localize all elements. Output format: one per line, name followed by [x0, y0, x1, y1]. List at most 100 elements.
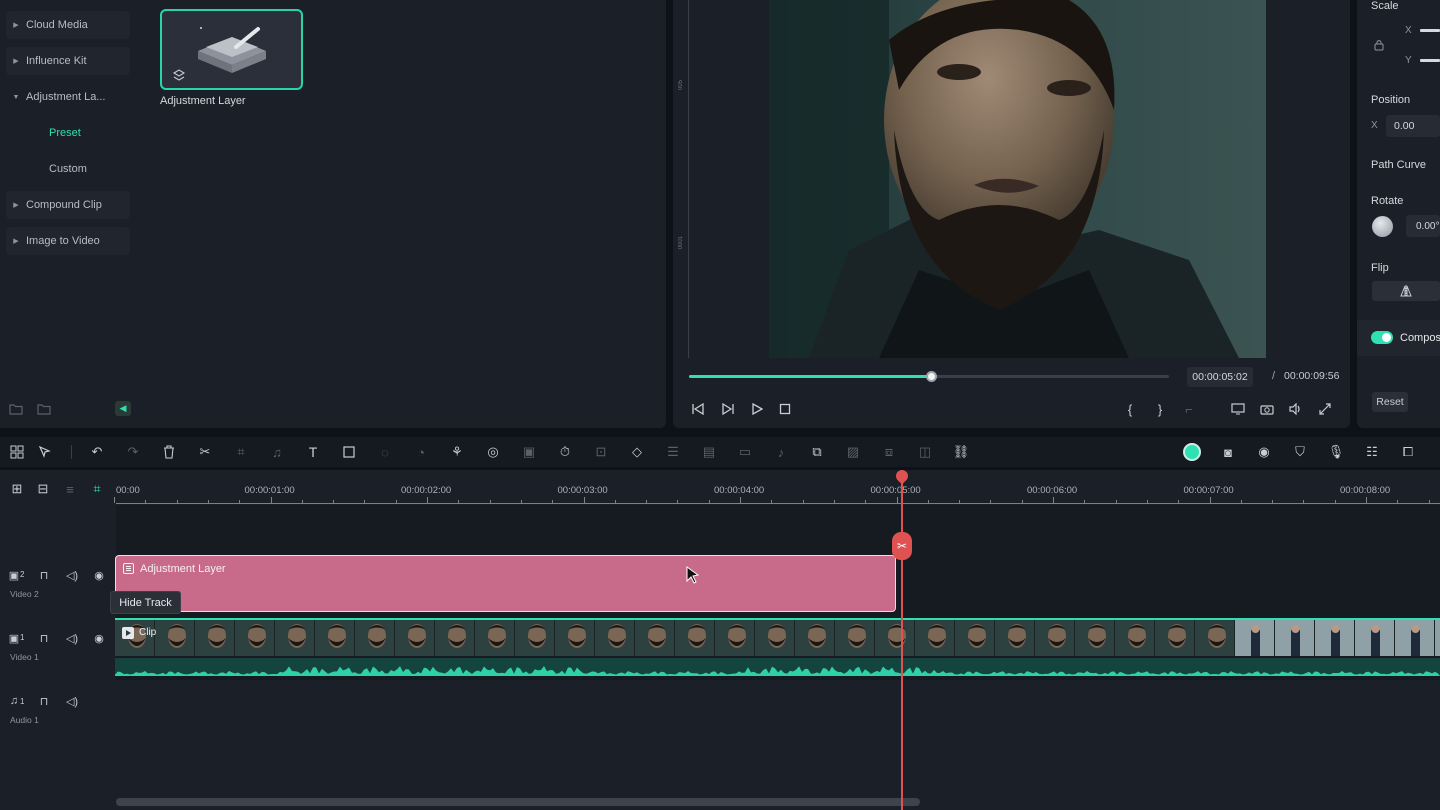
nav-influence-kit[interactable]: ▶ Influence Kit [6, 47, 130, 75]
rotate-input[interactable]: 0.00° [1406, 215, 1440, 237]
ai-tool-button[interactable]: ◌ [377, 444, 393, 460]
nav-image-to-video[interactable]: ▶ Image to Video [6, 227, 130, 255]
text-to-speech-button[interactable]: ▤ [701, 444, 717, 460]
mark-out-button[interactable]: } [1151, 400, 1169, 418]
subtitle-button[interactable]: ▭ [737, 444, 753, 460]
scale-x-slider[interactable] [1420, 29, 1440, 32]
stabilize-button[interactable]: ⊡ [593, 444, 609, 460]
undo-button[interactable]: ↶ [89, 444, 105, 460]
adjustment-layer-asset[interactable] [160, 9, 303, 90]
flip-horizontal-button[interactable] [1372, 281, 1440, 301]
render-icon: ◉ [1258, 444, 1270, 459]
video-preview[interactable] [769, 0, 1266, 358]
previous-frame-button[interactable] [689, 400, 707, 418]
filmstrip-frame [635, 620, 675, 656]
waveform-path [115, 666, 1440, 676]
timer-button[interactable]: ⏱ [557, 444, 573, 460]
ruler-major-tick [896, 497, 898, 503]
snap-button[interactable]: ⌗ [89, 481, 105, 497]
color-button[interactable]: ⚘ [449, 444, 465, 460]
replace-button[interactable]: ⧈ [881, 444, 897, 460]
nav-label: Image to Video [26, 235, 100, 247]
audio-detach-button[interactable]: ♫ [269, 444, 285, 460]
adjust-button[interactable]: ☰ [665, 444, 681, 460]
pip-button[interactable]: ⧠ [1400, 444, 1416, 460]
nav-compound-clip[interactable]: ▶ Compound Clip [6, 191, 130, 219]
adjustment-layer-illustration [172, 27, 266, 81]
rotate-dial[interactable] [1372, 216, 1393, 237]
lock-track-icon[interactable]: ⊓ [37, 568, 51, 582]
add-track-button[interactable]: ⊞ [9, 481, 25, 497]
subnav-preset[interactable]: Preset [49, 127, 81, 139]
nav-adjustment-layer[interactable]: ▼ Adjustment La... [6, 83, 130, 111]
nav-cloud-media[interactable]: ▶ Cloud Media [6, 11, 130, 39]
redo-button[interactable]: ↷ [125, 444, 141, 460]
delete-button[interactable] [161, 444, 177, 460]
marker-dropdown-button[interactable]: ⌐ [1180, 400, 1198, 418]
scale-y-slider[interactable] [1420, 59, 1440, 62]
mark-in-button[interactable]: { [1121, 400, 1139, 418]
subnav-custom[interactable]: Custom [49, 163, 87, 175]
group-button[interactable]: ⧉ [809, 444, 825, 460]
mute-track-icon[interactable]: ◁) [65, 568, 79, 582]
track-height-button[interactable]: ≡ [62, 481, 78, 497]
filmstrip-frame [475, 620, 515, 656]
render-button[interactable]: ◉ [1256, 444, 1272, 460]
record-button[interactable]: ◙ [1220, 444, 1236, 460]
collapse-panel-button[interactable]: ◀ [115, 401, 131, 416]
motion-button[interactable]: ◫ [917, 444, 933, 460]
stop-button[interactable] [776, 400, 794, 418]
layout-grid-button[interactable] [9, 444, 25, 460]
ai-portrait-button[interactable]: ◎ [485, 444, 501, 460]
folder-icon[interactable] [37, 403, 51, 415]
playhead-line[interactable] [901, 470, 903, 810]
shield-button[interactable]: ⛉ [1292, 444, 1308, 460]
timeline-horizontal-scrollbar[interactable] [116, 798, 920, 806]
fullscreen-button[interactable] [1316, 400, 1334, 418]
keyframe-button[interactable]: ◇ [629, 444, 645, 460]
filmstrip-frame [1315, 620, 1355, 656]
select-tool-button[interactable] [37, 444, 53, 460]
next-frame-button[interactable] [719, 400, 737, 418]
lock-icon[interactable] [1373, 38, 1385, 52]
link-button[interactable]: ⊟ [35, 481, 51, 497]
flip-label: Flip [1371, 262, 1389, 274]
compositing-toggle[interactable] [1371, 331, 1393, 344]
speed-button[interactable]: ◔ [413, 444, 429, 460]
audio-waveform[interactable] [115, 658, 1440, 676]
voiceover-button[interactable]: 🎙 [1328, 444, 1345, 460]
text-button[interactable]: T [305, 444, 321, 460]
playhead-split-button[interactable]: ✂ [892, 532, 912, 560]
play-button[interactable] [748, 400, 766, 418]
mute-track-icon[interactable]: ◁) [65, 631, 79, 645]
filmstrip-frame [515, 620, 555, 656]
current-timecode[interactable]: 00:00:05:02 [1187, 367, 1253, 387]
volume-button[interactable] [1287, 400, 1305, 418]
lock-track-icon[interactable]: ⊓ [37, 694, 51, 708]
ruler-minor-tick [1178, 500, 1180, 503]
adjustment-layer-icon [123, 563, 134, 574]
mute-track-icon[interactable]: ◁) [65, 694, 79, 708]
video-clip[interactable]: Clip [115, 618, 1440, 656]
split-button[interactable]: ✂ [197, 444, 213, 460]
position-x-input[interactable]: 0.00 [1386, 115, 1440, 137]
audio-mixer-button[interactable]: ☷ [1364, 444, 1380, 460]
unlink-button[interactable]: ⛓ [953, 444, 970, 460]
mask-button[interactable]: ▨ [845, 444, 861, 460]
snapshot-button[interactable] [1258, 400, 1276, 418]
audio-stretch-button[interactable]: ♪ [773, 444, 789, 460]
mask-icon: ▨ [846, 444, 860, 459]
crop-icon: ⌗ [237, 444, 245, 459]
display-settings-button[interactable] [1229, 400, 1247, 418]
auto-reframe-button[interactable]: ▣ [521, 444, 537, 460]
crop-button[interactable]: ⌗ [233, 444, 249, 460]
lock-track-icon[interactable]: ⊓ [37, 631, 51, 645]
eye-icon[interactable]: ◉ [92, 568, 106, 582]
replace-icon: ⧈ [884, 444, 894, 459]
reset-button[interactable]: Reset [1372, 392, 1408, 412]
shape-button[interactable] [341, 444, 357, 460]
eye-icon[interactable]: ◉ [92, 631, 106, 645]
new-folder-icon[interactable] [9, 403, 23, 415]
ai-mate-button[interactable] [1183, 443, 1201, 461]
adjustment-layer-clip[interactable]: Adjustment Layer [115, 555, 896, 612]
